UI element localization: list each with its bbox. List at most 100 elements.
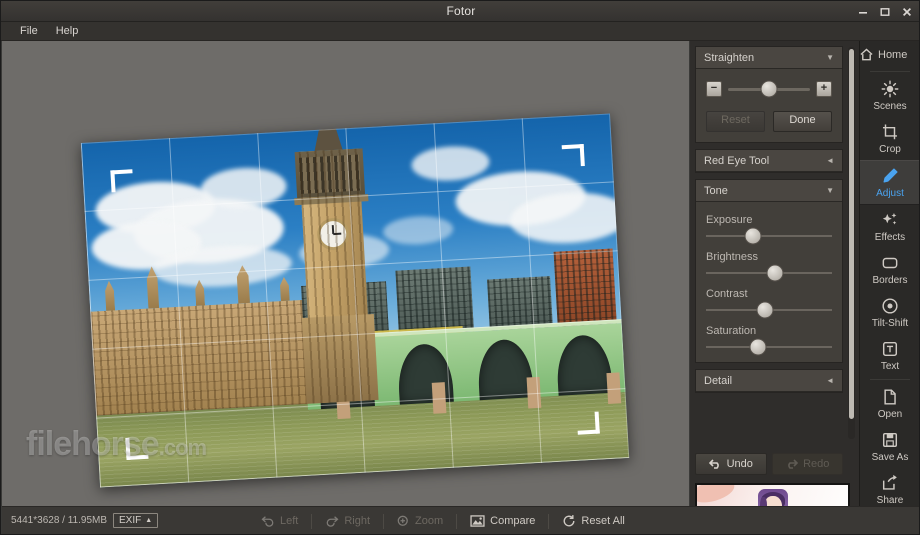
toolbar-item-save-as[interactable]: Save As	[860, 425, 920, 468]
toolbar-divider	[870, 379, 910, 380]
zoom-button[interactable]: Zoom	[388, 512, 452, 531]
status-button-label: Compare	[490, 515, 535, 527]
red-eye-title: Red Eye Tool	[704, 155, 769, 167]
watermark-domain: .com	[159, 435, 206, 460]
toolbar-item-adjust[interactable]: Adjust	[860, 160, 920, 205]
history-buttons: Undo Redo	[695, 453, 843, 475]
rounded-square-icon	[881, 254, 899, 272]
tone-slider-thumb[interactable]	[757, 302, 774, 319]
title-bar: Fotor	[1, 1, 920, 22]
exif-button[interactable]: EXIF ▲	[113, 513, 158, 528]
toolbar-divider	[870, 71, 910, 72]
tone-slider-saturation: Saturation	[706, 325, 832, 348]
straighten-slider-thumb[interactable]	[761, 81, 778, 98]
tone-slider-track[interactable]	[706, 309, 832, 311]
toolbar-item-home[interactable]: Home	[860, 41, 920, 69]
tone-header[interactable]: Tone ▼	[696, 180, 842, 202]
toolbar-item-scenes[interactable]: Scenes	[860, 74, 920, 117]
straighten-minus-button[interactable]: −	[706, 81, 722, 97]
straighten-header[interactable]: Straighten ▼	[696, 47, 842, 69]
status-bar: 5441*3628 / 11.95MB EXIF ▲ Left Right Zo…	[2, 506, 920, 534]
tone-slider-label: Saturation	[706, 325, 832, 337]
status-button-label: Reset All	[581, 515, 624, 527]
tone-slider-thumb[interactable]	[767, 265, 784, 282]
detail-title: Detail	[704, 375, 732, 387]
toolbar-item-effects[interactable]: Effects	[860, 205, 920, 248]
toolbar-item-crop[interactable]: Crop	[860, 117, 920, 160]
target-icon	[881, 297, 899, 315]
toolbar-item-borders[interactable]: Borders	[860, 248, 920, 291]
minimize-button[interactable]	[853, 3, 873, 20]
tone-slider-track[interactable]	[706, 235, 832, 237]
redo-button[interactable]: Redo	[772, 453, 844, 475]
rotate-left-button[interactable]: Left	[252, 512, 307, 530]
straighten-done-button[interactable]: Done	[773, 111, 832, 132]
tone-slider-thumb[interactable]	[744, 228, 761, 245]
toolbar-item-label: Scenes	[873, 101, 906, 112]
image-canvas[interactable]: filehorse.com	[2, 41, 689, 506]
tone-slider-track[interactable]	[706, 272, 832, 274]
menu-item-file[interactable]: File	[11, 23, 47, 39]
watermark-text: filehorse	[26, 425, 159, 463]
floppy-icon	[881, 431, 899, 449]
edit-panel-sections: Straighten ▼ − + Reset Done	[695, 46, 843, 399]
toolbar-item-share[interactable]: Share	[860, 468, 920, 511]
tone-slider-exposure: Exposure	[706, 214, 832, 237]
detail-section: Detail ◄	[695, 369, 843, 393]
reset-icon	[562, 514, 576, 528]
crop-icon	[881, 123, 899, 141]
rotate-right-icon	[325, 515, 339, 527]
straighten-slider-row: − +	[706, 81, 832, 97]
toolbar-item-open[interactable]: Open	[860, 382, 920, 425]
toolbar-item-label: Save As	[872, 452, 909, 463]
close-button[interactable]	[897, 3, 917, 20]
straighten-slider-track[interactable]	[728, 88, 810, 91]
rotate-right-button[interactable]: Right	[316, 512, 379, 530]
tone-title: Tone	[704, 185, 728, 197]
reset-all-button[interactable]: Reset All	[553, 511, 633, 531]
detail-header[interactable]: Detail ◄	[696, 370, 842, 392]
toolbar-home-label: Home	[878, 49, 907, 61]
zoom-icon	[397, 515, 410, 528]
toolbar-item-tilt-shift[interactable]: Tilt-Shift	[860, 291, 920, 334]
menu-bar: File Help	[1, 22, 920, 41]
window-controls	[853, 3, 917, 20]
status-button-group: Left Right Zoom Compare Reset All	[252, 511, 634, 531]
toolbar-item-label: Effects	[875, 232, 905, 243]
image-info: 5441*3628 / 11.95MB EXIF ▲	[2, 513, 158, 528]
share-icon	[881, 474, 899, 492]
toolbar-item-text[interactable]: Text	[860, 334, 920, 377]
tone-slider-thumb[interactable]	[749, 339, 766, 356]
compare-button[interactable]: Compare	[461, 512, 544, 530]
status-button-label: Zoom	[415, 515, 443, 527]
tone-slider-label: Contrast	[706, 288, 832, 300]
tone-slider-track[interactable]	[706, 346, 832, 348]
red-eye-section: Red Eye Tool ◄	[695, 149, 843, 173]
status-button-label: Right	[344, 515, 370, 527]
toolbar-item-label: Borders	[872, 275, 907, 286]
red-eye-header[interactable]: Red Eye Tool ◄	[696, 150, 842, 172]
menu-item-help[interactable]: Help	[47, 23, 88, 39]
undo-button[interactable]: Undo	[695, 453, 767, 475]
toolbar-item-label: Crop	[879, 144, 901, 155]
toolbar-item-label: Tilt-Shift	[872, 318, 908, 329]
undo-label: Undo	[727, 458, 753, 470]
maximize-button[interactable]	[875, 3, 895, 20]
document-icon	[881, 388, 899, 406]
sparkles-icon	[881, 211, 899, 229]
tone-slider-label: Exposure	[706, 214, 832, 226]
straighten-button-row: Reset Done	[706, 111, 832, 132]
straighten-body: − + Reset Done	[696, 69, 842, 142]
tone-section: Tone ▼ ExposureBrightnessContrastSaturat…	[695, 179, 843, 363]
image-dimensions: 5441*3628 / 11.95MB	[11, 515, 107, 526]
straighten-section: Straighten ▼ − + Reset Done	[695, 46, 843, 143]
straighten-plus-button[interactable]: +	[816, 81, 832, 97]
watermark: filehorse.com	[26, 425, 206, 464]
compare-icon	[470, 515, 485, 527]
redo-label: Redo	[803, 458, 829, 470]
fotor-window: Fotor File Help	[0, 0, 920, 535]
edit-panel: Straighten ▼ − + Reset Done	[690, 41, 859, 506]
toolbar-item-label: Adjust	[876, 188, 904, 199]
panel-scrollbar[interactable]	[848, 47, 855, 439]
straighten-reset-button[interactable]: Reset	[706, 111, 765, 132]
